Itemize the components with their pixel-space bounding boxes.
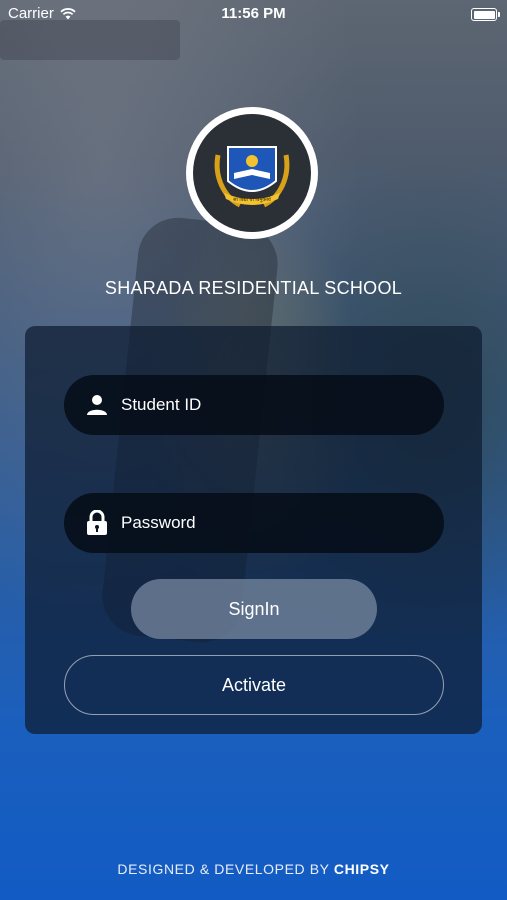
logo-badge: सा विद्या या विमुक्तये	[193, 114, 311, 232]
activate-button[interactable]: Activate	[64, 655, 444, 715]
status-bar: Carrier 11:56 PM	[0, 0, 507, 28]
user-icon	[84, 392, 110, 418]
battery-icon	[471, 8, 500, 21]
footer-brand[interactable]: CHIPSY	[334, 861, 390, 877]
footer-credit: DESIGNED & DEVELOPED BY CHIPSY	[0, 861, 507, 877]
lock-icon	[84, 510, 110, 536]
school-name: SHARADA RESIDENTIAL SCHOOL	[104, 278, 403, 298]
status-time: 11:56 PM	[221, 5, 286, 22]
student-id-field[interactable]	[64, 375, 444, 435]
footer-prefix: DESIGNED & DEVELOPED BY	[117, 861, 330, 877]
signin-button[interactable]: SignIn	[131, 579, 377, 639]
school-logo: सा विद्या या विमुक्तये	[186, 107, 318, 239]
logo-motto: सा विद्या या विमुक्तये	[233, 196, 271, 203]
password-field[interactable]	[64, 493, 444, 553]
student-id-input[interactable]	[121, 395, 401, 415]
school-crest-icon: सा विद्या या विमुक्तये	[214, 146, 290, 208]
password-input[interactable]	[121, 513, 401, 533]
